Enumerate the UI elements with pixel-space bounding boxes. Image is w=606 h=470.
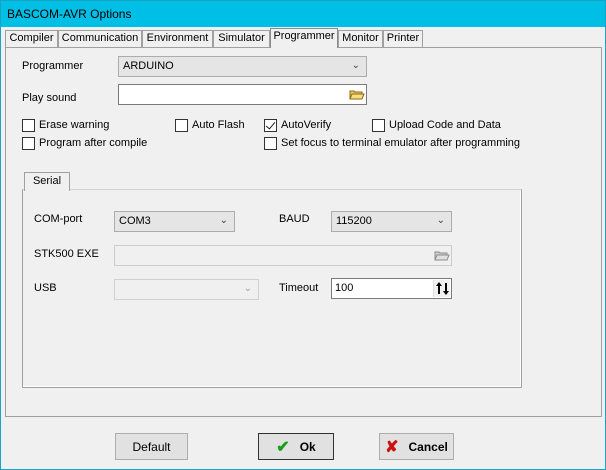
auto-flash-box[interactable] <box>175 118 188 132</box>
upload-code-data-label: Upload Code and Data <box>389 119 501 131</box>
tab-monitor-label: Monitor <box>342 32 379 44</box>
erase-warning-checkbox[interactable]: Erase warning <box>22 118 109 132</box>
tab-compiler-label: Compiler <box>9 32 54 44</box>
serial-panel: COM-port COM3 ⌄ BAUD 115200 ⌄ STK500 EXE <box>22 189 522 388</box>
tab-programmer-label: Programmer <box>273 30 335 42</box>
auto-verify-checkbox[interactable]: AutoVerify <box>264 118 331 132</box>
timeout-field[interactable]: 100 <box>331 278 452 299</box>
folder-open-icon[interactable] <box>348 86 365 103</box>
baud-label: BAUD <box>279 213 310 225</box>
options-dialog: BASCOM-AVR Options Compiler Communicatio… <box>0 0 606 470</box>
spin-updown-icon[interactable] <box>433 280 450 297</box>
tab-environment[interactable]: Environment <box>142 30 213 47</box>
auto-verify-label: AutoVerify <box>281 119 332 131</box>
set-focus-terminal-label: Set focus to terminal emulator after pro… <box>281 137 521 149</box>
close-icon: ✘ <box>385 438 399 456</box>
tab-serial-label: Serial <box>32 175 62 187</box>
tab-strip: Compiler Communication Environment Simul… <box>5 28 601 48</box>
tab-programmer[interactable]: Programmer <box>270 28 338 48</box>
upload-code-data-box[interactable] <box>372 118 385 132</box>
folder-open-icon[interactable] <box>433 247 450 264</box>
auto-flash-label: Auto Flash <box>192 119 245 131</box>
default-button[interactable]: Default <box>115 433 188 460</box>
play-sound-label: Play sound <box>22 92 77 104</box>
tab-serial[interactable]: Serial <box>24 172 70 191</box>
window-title: BASCOM-AVR Options <box>7 7 132 21</box>
program-after-compile-label: Program after compile <box>39 137 148 149</box>
tab-simulator[interactable]: Simulator <box>213 30 270 47</box>
comport-select[interactable]: COM3 ⌄ <box>114 211 235 232</box>
tab-compiler[interactable]: Compiler <box>5 30 58 47</box>
program-after-compile-checkbox[interactable]: Program after compile <box>22 136 147 150</box>
auto-flash-checkbox[interactable]: Auto Flash <box>175 118 245 132</box>
programmer-label: Programmer <box>22 60 84 72</box>
timeout-label: Timeout <box>279 282 319 294</box>
title-bar[interactable]: BASCOM-AVR Options <box>1 1 605 27</box>
program-after-compile-box[interactable] <box>22 136 35 150</box>
default-button-label: Default <box>132 439 171 454</box>
baud-select[interactable]: 115200 ⌄ <box>331 211 452 232</box>
usb-select[interactable]: ⌄ <box>114 279 259 300</box>
tab-communication-label: Communication <box>61 32 139 44</box>
serial-panel-inner: COM-port COM3 ⌄ BAUD 115200 ⌄ STK500 EXE <box>23 190 521 387</box>
cancel-button[interactable]: ✘ Cancel <box>379 433 454 460</box>
tab-printer-label: Printer <box>386 32 420 44</box>
stk500-field[interactable] <box>114 245 452 266</box>
programmer-select[interactable]: ARDUINO ⌄ <box>118 56 367 77</box>
comport-value: COM3 <box>119 215 151 227</box>
set-focus-terminal-box[interactable] <box>264 136 277 150</box>
cancel-button-label: Cancel <box>408 439 448 454</box>
check-icon: ✔ <box>276 438 290 456</box>
upload-code-data-checkbox[interactable]: Upload Code and Data <box>372 118 501 132</box>
play-sound-field[interactable] <box>118 84 367 105</box>
chevron-down-icon: ⌄ <box>219 215 228 226</box>
stk500-label: STK500 EXE <box>34 248 99 260</box>
chevron-down-icon: ⌄ <box>436 215 445 226</box>
ok-button-label: Ok <box>299 439 316 454</box>
auto-verify-box[interactable] <box>264 118 277 132</box>
programmer-tab-page: Programmer ARDUINO ⌄ Play sound Erase wa… <box>5 47 602 417</box>
ok-button[interactable]: ✔ Ok <box>258 433 334 460</box>
tab-communication[interactable]: Communication <box>58 30 142 47</box>
programmer-value: ARDUINO <box>123 60 174 72</box>
erase-warning-box[interactable] <box>22 118 35 132</box>
comport-label: COM-port <box>34 213 83 225</box>
baud-value: 115200 <box>336 215 372 227</box>
chevron-down-icon: ⌄ <box>243 283 252 294</box>
tab-printer[interactable]: Printer <box>383 30 423 47</box>
tab-monitor[interactable]: Monitor <box>338 30 383 47</box>
timeout-value: 100 <box>335 282 354 294</box>
usb-label: USB <box>34 282 57 294</box>
tab-environment-label: Environment <box>146 32 209 44</box>
set-focus-terminal-checkbox[interactable]: Set focus to terminal emulator after pro… <box>264 136 520 150</box>
tab-simulator-label: Simulator <box>218 32 265 44</box>
erase-warning-label: Erase warning <box>39 119 110 131</box>
chevron-down-icon: ⌄ <box>351 60 360 71</box>
